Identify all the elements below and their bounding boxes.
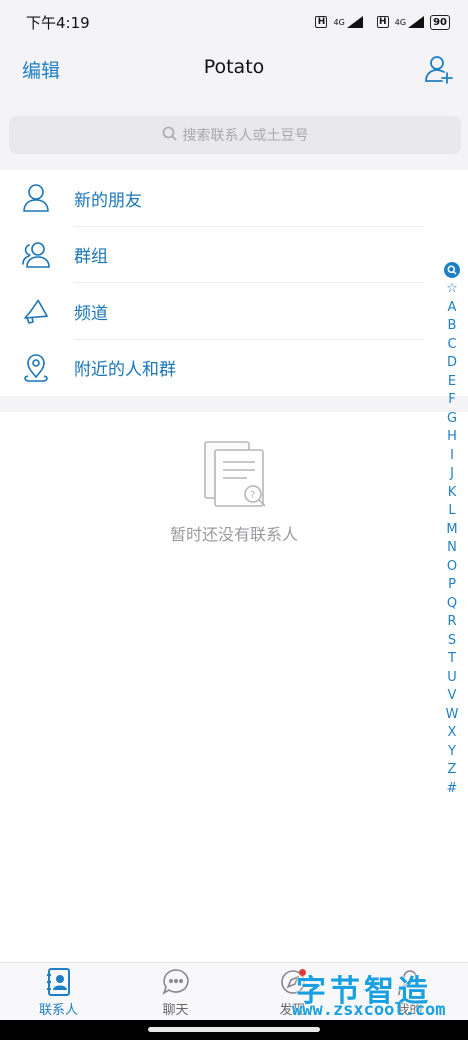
index-letter-e[interactable]: E	[441, 373, 463, 392]
index-letter-t[interactable]: T	[441, 650, 463, 669]
person-icon	[21, 183, 51, 213]
discover-icon	[278, 967, 308, 997]
location-pin-icon	[21, 353, 51, 383]
index-letter-z[interactable]: Z	[441, 761, 463, 780]
tab-discover[interactable]: 发现	[234, 963, 351, 1020]
index-letter-d[interactable]: D	[441, 354, 463, 373]
header: 编辑 Potato	[0, 44, 468, 96]
search-icon	[162, 126, 177, 145]
index-letter-y[interactable]: Y	[441, 743, 463, 762]
index-letter-hash[interactable]: #	[441, 780, 463, 799]
status-time: 下午4:19	[26, 13, 90, 32]
index-letter-n[interactable]: N	[441, 539, 463, 558]
alphabet-index-bar[interactable]: ☆ A B C D E F G H I J K L M N O P Q R S T U V W X Y Z #	[441, 262, 463, 798]
menu-item-new-friends[interactable]: 新的朋友	[0, 170, 468, 227]
index-letter-g[interactable]: G	[441, 410, 463, 429]
index-star[interactable]: ☆	[441, 280, 463, 299]
index-letter-u[interactable]: U	[441, 669, 463, 688]
signal-icon: 4G	[333, 16, 363, 28]
menu-item-label: 群组	[74, 247, 108, 268]
megaphone-icon	[21, 296, 51, 326]
hd-icon: H	[315, 16, 328, 28]
search-area: 搜索联系人或土豆号	[0, 96, 468, 170]
signal-label: 4G	[333, 17, 345, 27]
menu-item-nearby[interactable]: 附近的人和群	[0, 340, 468, 397]
page-title: Potato	[203, 56, 265, 78]
index-letter-b[interactable]: B	[441, 317, 463, 336]
empty-state-text: 暂时还没有联系人	[169, 525, 298, 544]
tab-label: 聊天	[162, 1003, 189, 1018]
index-letter-f[interactable]: F	[441, 391, 463, 410]
bottom-tab-bar: 联系人 聊天 发现 我的	[0, 962, 468, 1020]
battery-icon: 90	[430, 14, 450, 30]
edit-button[interactable]: 编辑	[22, 56, 60, 83]
tab-label: 联系人	[38, 1003, 78, 1018]
index-letter-r[interactable]: R	[441, 613, 463, 632]
menu-item-groups[interactable]: 群组	[0, 227, 468, 283]
index-letter-v[interactable]: V	[441, 687, 463, 706]
group-icon	[21, 240, 51, 270]
index-letter-c[interactable]: C	[441, 336, 463, 355]
tab-label: 发现	[279, 1003, 306, 1018]
index-letter-s[interactable]: S	[441, 632, 463, 651]
tab-chats[interactable]: 聊天	[117, 963, 234, 1020]
tab-me[interactable]: 我的	[351, 963, 468, 1020]
profile-icon	[395, 967, 425, 997]
index-letter-o[interactable]: O	[441, 558, 463, 577]
tab-label: 我的	[396, 1003, 423, 1018]
index-letter-q[interactable]: Q	[441, 595, 463, 614]
menu-item-label: 附近的人和群	[74, 360, 176, 381]
menu-item-label: 频道	[74, 303, 108, 324]
search-input[interactable]: 搜索联系人或土豆号	[9, 116, 461, 154]
index-letter-j[interactable]: J	[441, 465, 463, 484]
index-letter-l[interactable]: L	[441, 502, 463, 521]
hd-icon: H	[376, 16, 389, 28]
index-letter-x[interactable]: X	[441, 724, 463, 743]
menu-item-label: 新的朋友	[74, 190, 142, 211]
index-letters: ☆ A B C D E F G H I J K L M N O P Q R S T U V W X Y Z #	[441, 280, 463, 798]
index-letter-i[interactable]: I	[441, 447, 463, 466]
contacts-tab-icon	[44, 967, 74, 997]
search-placeholder: 搜索联系人或土豆号	[182, 128, 309, 144]
battery-level: 90	[433, 16, 447, 28]
status-icons: H 4G H 4G 90	[315, 14, 450, 30]
index-letter-a[interactable]: A	[441, 299, 463, 318]
index-letter-h[interactable]: H	[441, 428, 463, 447]
index-letter-m[interactable]: M	[441, 521, 463, 540]
index-letter-k[interactable]: K	[441, 484, 463, 503]
empty-contacts-icon: ?	[203, 440, 267, 508]
tab-contacts[interactable]: 联系人	[0, 963, 117, 1020]
home-indicator[interactable]	[148, 1027, 320, 1032]
index-letter-p[interactable]: P	[441, 576, 463, 595]
menu-item-channels[interactable]: 频道	[0, 283, 468, 340]
index-search-icon[interactable]	[444, 262, 460, 278]
signal-label: 4G	[394, 17, 407, 27]
section-separator	[0, 396, 468, 412]
signal-icon: 4G	[394, 16, 425, 28]
add-contact-icon[interactable]	[424, 54, 454, 84]
svg-text:?: ?	[250, 490, 255, 501]
notification-dot	[298, 969, 306, 976]
index-letter-w[interactable]: W	[441, 706, 463, 725]
status-bar: 下午4:19 H 4G H 4G 90	[0, 0, 468, 44]
chat-bubble-icon	[161, 967, 191, 997]
system-navigation-bar	[0, 1020, 468, 1040]
contacts-menu: 新的朋友 群组 频道 附近的人和群	[0, 170, 468, 396]
